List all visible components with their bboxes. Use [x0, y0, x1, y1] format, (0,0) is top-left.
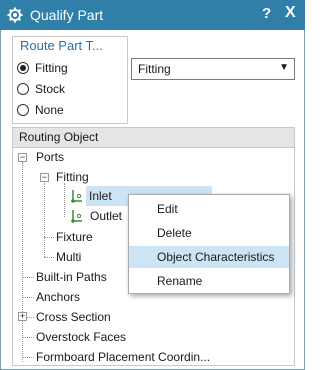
- tree-line: [22, 297, 34, 298]
- menu-item-edit[interactable]: Edit: [129, 198, 289, 220]
- tree-item-cross-section[interactable]: Cross Section: [36, 307, 111, 327]
- tree-item-formboard-placement[interactable]: Formboard Placement Coordin...: [36, 347, 210, 367]
- tree-line: [44, 183, 45, 257]
- tree-item-overstock-faces[interactable]: Overstock Faces: [36, 327, 126, 347]
- window-title: Qualify Part: [30, 7, 104, 23]
- context-menu: Edit Delete Object Characteristics Renam…: [128, 194, 290, 294]
- port-icon: [71, 190, 82, 203]
- help-button[interactable]: ?: [262, 5, 271, 22]
- tree-line: [22, 357, 34, 358]
- collapse-fitting-toggle[interactable]: −: [40, 173, 49, 182]
- collapse-ports-toggle[interactable]: −: [18, 153, 27, 162]
- radio-indicator[interactable]: [17, 83, 29, 95]
- tree-item-fitting[interactable]: Fitting: [56, 167, 89, 187]
- radio-indicator[interactable]: [17, 62, 29, 74]
- radio-label: None: [35, 103, 64, 117]
- gear-icon: [6, 6, 24, 24]
- radio-indicator[interactable]: [17, 104, 29, 116]
- part-type-dropdown[interactable]: Fitting ▼: [131, 58, 295, 80]
- tree-line: [22, 162, 23, 362]
- tree-item-built-in-paths[interactable]: Built-in Paths: [36, 267, 107, 287]
- tree-line: [22, 277, 34, 278]
- tree-item-fixture[interactable]: Fixture: [56, 227, 93, 247]
- expand-cross-section-toggle[interactable]: +: [18, 312, 27, 321]
- port-icon: [71, 210, 82, 223]
- tree-line: [22, 337, 34, 338]
- tree-item-multi[interactable]: Multi: [56, 247, 81, 267]
- routing-object-header: Routing Object: [12, 127, 295, 148]
- radio-fitting[interactable]: Fitting: [17, 61, 68, 75]
- tree-item-ports[interactable]: Ports: [36, 147, 64, 167]
- tree-line: [44, 257, 54, 258]
- menu-item-rename[interactable]: Rename: [129, 270, 289, 292]
- tree-line: [44, 237, 54, 238]
- chevron-down-icon[interactable]: ▼: [279, 62, 289, 73]
- radio-label: Stock: [35, 82, 66, 96]
- route-part-type-label: Route Part T...: [20, 38, 103, 53]
- radio-label: Fitting: [35, 61, 68, 75]
- tree-item-outlet[interactable]: Outlet: [90, 206, 122, 226]
- tree-item-anchors[interactable]: Anchors: [36, 287, 80, 307]
- tree-line: [64, 183, 65, 217]
- title-bar: Qualify Part ? X: [0, 0, 305, 30]
- radio-none[interactable]: None: [17, 103, 64, 117]
- menu-item-object-characteristics[interactable]: Object Characteristics: [129, 246, 289, 268]
- close-button[interactable]: X: [285, 4, 296, 22]
- tree-line: [27, 317, 34, 318]
- dropdown-value: Fitting: [138, 62, 171, 76]
- radio-stock[interactable]: Stock: [17, 82, 65, 96]
- menu-item-delete[interactable]: Delete: [129, 222, 289, 244]
